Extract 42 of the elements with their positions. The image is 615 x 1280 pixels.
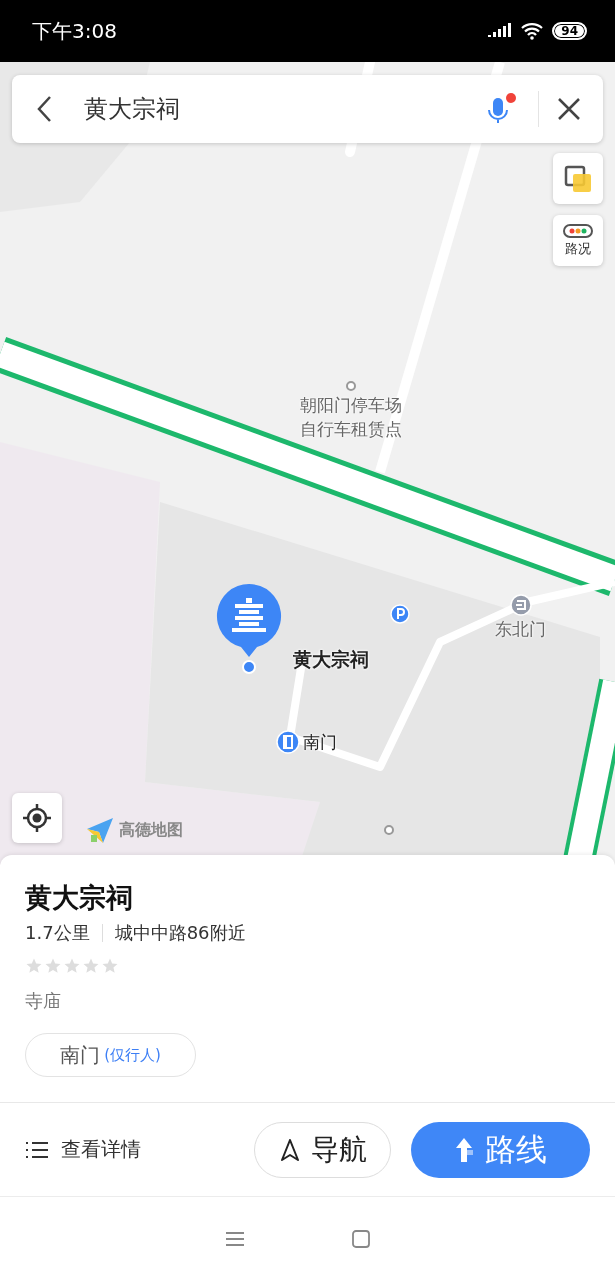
star-icon bbox=[82, 957, 100, 975]
wifi-icon bbox=[520, 22, 545, 40]
home-icon[interactable] bbox=[350, 1228, 371, 1249]
poi-dot-icon bbox=[383, 824, 395, 836]
locate-button[interactable] bbox=[12, 793, 62, 843]
layers-icon bbox=[563, 163, 593, 194]
place-title: 黄大宗祠 bbox=[25, 881, 134, 915]
parking-icon bbox=[390, 604, 410, 624]
address-text: 城中中路86附近 bbox=[114, 921, 246, 945]
temple-marker-icon[interactable] bbox=[215, 582, 283, 674]
list-icon bbox=[25, 1139, 49, 1160]
star-icon bbox=[44, 957, 62, 975]
navigate-button[interactable]: 导航 bbox=[254, 1121, 391, 1178]
poi-dot-icon bbox=[345, 380, 357, 392]
gate-label: 南门 bbox=[303, 731, 337, 753]
navigation-arrow-icon bbox=[278, 1137, 301, 1162]
distance-text: 1.7公里 bbox=[25, 921, 90, 945]
paper-plane-icon bbox=[85, 815, 115, 845]
search-field[interactable]: 黄大宗祠 bbox=[82, 94, 480, 124]
star-icon bbox=[63, 957, 81, 975]
status-time: 下午3:08 bbox=[32, 17, 118, 45]
map-view[interactable]: 朝阳门停车场 自行车租赁点 黄大宗祠 东北门 南门 黄大宗祠 路况 高德地图 bbox=[0, 62, 615, 865]
traffic-light-icon bbox=[563, 223, 593, 238]
star-icon bbox=[101, 957, 119, 975]
search-bar[interactable]: 黄大宗祠 bbox=[12, 75, 603, 143]
battery-level: 94 bbox=[552, 22, 587, 40]
star-icon bbox=[25, 957, 43, 975]
layers-button[interactable] bbox=[553, 153, 603, 204]
door-icon bbox=[276, 730, 300, 754]
category-text: 寺庙 bbox=[25, 989, 62, 1013]
poi-label: 朝阳门停车场 bbox=[300, 394, 402, 416]
place-label: 黄大宗祠 bbox=[293, 648, 369, 670]
exit-icon bbox=[509, 594, 532, 616]
menu-icon[interactable] bbox=[224, 1230, 245, 1247]
map-logo-text: 高德地图 bbox=[119, 819, 183, 841]
details-button[interactable]: 查看详情 bbox=[25, 1136, 254, 1163]
poi-label: 自行车租赁点 bbox=[300, 418, 402, 440]
traffic-button[interactable]: 路况 bbox=[553, 215, 603, 266]
entrance-chip[interactable]: 南门 (仅行人) bbox=[25, 1033, 196, 1077]
signal-icon bbox=[488, 23, 513, 39]
gate-label: 东北门 bbox=[495, 618, 546, 640]
crosshair-icon bbox=[22, 803, 52, 833]
